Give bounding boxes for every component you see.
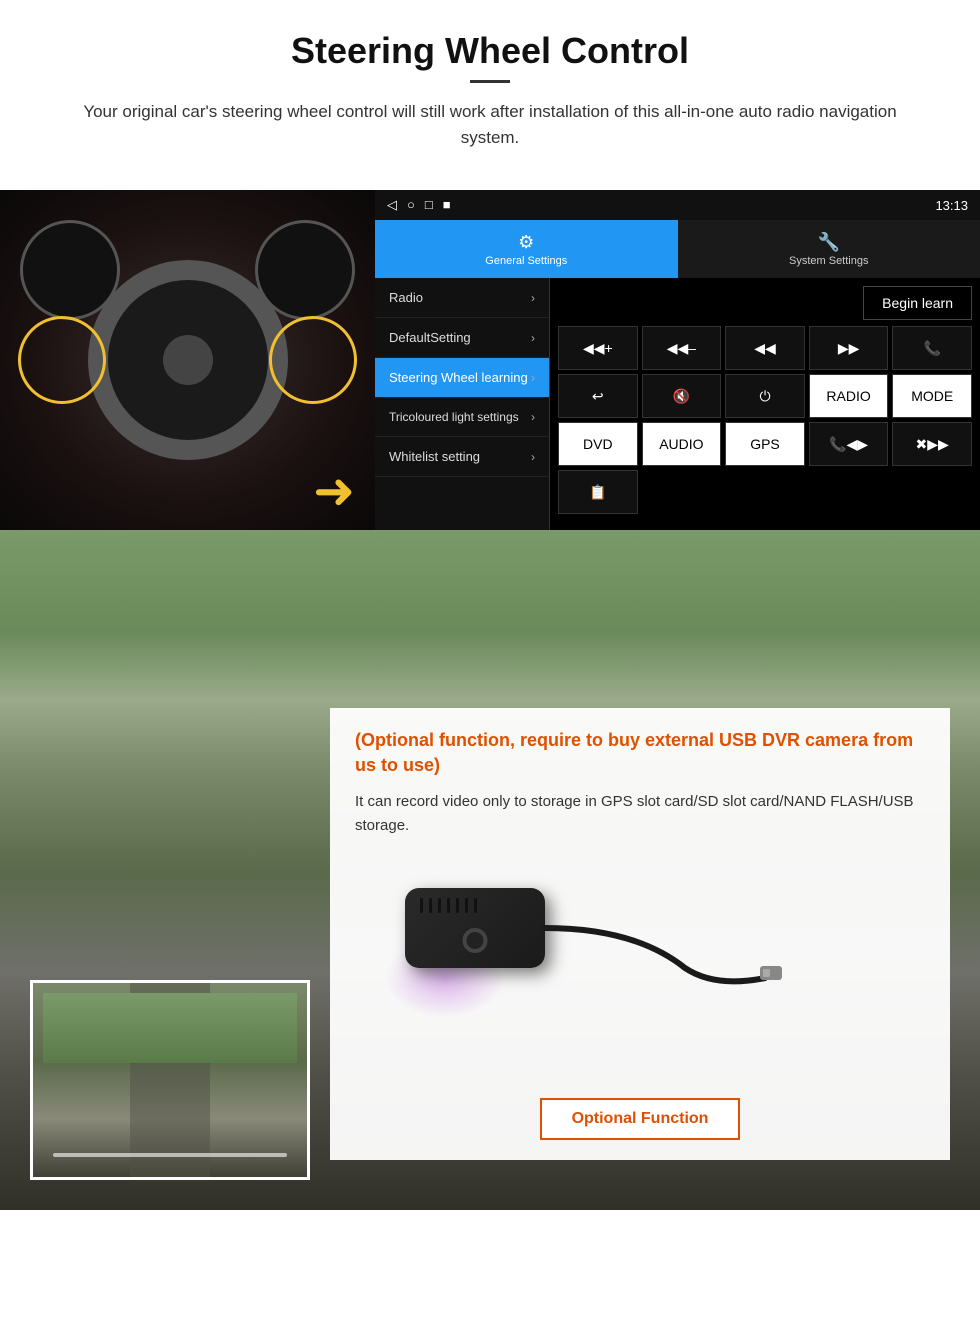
ctrl-next-combo[interactable]: ✖▶▶ (892, 422, 972, 466)
menu-item-steering[interactable]: Steering Wheel learning › (375, 358, 549, 398)
page-title: Steering Wheel Control (40, 30, 940, 72)
back-icon[interactable]: ◁ (387, 197, 397, 213)
title-divider (470, 80, 510, 83)
highlight-ring-right (269, 316, 357, 404)
highlight-ring-left (18, 316, 106, 404)
gear-icon: ⚙ (518, 232, 534, 253)
ctrl-phone[interactable]: 📞 (892, 326, 972, 370)
tab-system-settings[interactable]: 🔧 System Settings (678, 220, 980, 278)
camera-lens (463, 928, 488, 953)
menu-item-tricoloured[interactable]: Tricoloured light settings › (375, 398, 549, 437)
ctrl-next-track[interactable]: ▶▶ (809, 326, 889, 370)
optional-btn-container: Optional Function (355, 1088, 925, 1140)
ctrl-radio[interactable]: RADIO (809, 374, 889, 418)
dvr-background: Support DVR (Optional function, require … (0, 530, 980, 1210)
menu-item-default[interactable]: DefaultSetting › (375, 318, 549, 358)
begin-learn-button[interactable]: Begin learn (863, 286, 972, 320)
ctrl-prev-track[interactable]: ◀◀ (725, 326, 805, 370)
recent-icon[interactable]: □ (425, 197, 433, 213)
menu-item-radio[interactable]: Radio › (375, 278, 549, 318)
control-row-4: 📋 (558, 470, 972, 514)
menu-radio-label: Radio (389, 290, 423, 305)
ctrl-phone-prev[interactable]: 📞◀▶ (809, 422, 889, 466)
optional-function-button[interactable]: Optional Function (540, 1098, 741, 1140)
tab-system-label: System Settings (789, 255, 868, 267)
menu-tricoloured-label: Tricoloured light settings (389, 410, 519, 424)
steering-photo: ➜ (0, 190, 375, 530)
system-icon: 🔧 (818, 232, 840, 253)
sw-background: ➜ (0, 190, 375, 530)
steering-demo: ➜ ◁ ○ □ ■ 13:13 ⚙ General Settings 🔧 Sys… (0, 190, 980, 530)
chevron-icon: › (531, 291, 535, 305)
home-icon[interactable]: ○ (407, 197, 415, 213)
control-row-1: ◀◀+ ◀◀– ◀◀ ▶▶ 📞 (558, 326, 972, 370)
thumbnail-road-marking (53, 1153, 287, 1157)
steering-section: Steering Wheel Control Your original car… (0, 0, 980, 190)
wheel-hub (163, 335, 213, 385)
ctrl-mode[interactable]: MODE (892, 374, 972, 418)
dvr-optional-text: (Optional function, require to buy exter… (355, 728, 925, 778)
statusbar-time: 13:13 (935, 198, 968, 213)
ctrl-gps[interactable]: GPS (725, 422, 805, 466)
dvr-cable-svg (485, 878, 785, 1008)
chevron-icon: › (531, 331, 535, 345)
thumbnail-sky (43, 993, 297, 1063)
dvr-thumbnail (30, 980, 310, 1180)
ctrl-vol-down[interactable]: ◀◀– (642, 326, 722, 370)
menu-item-whitelist[interactable]: Whitelist setting › (375, 437, 549, 477)
menu-steering-label: Steering Wheel learning (389, 370, 528, 385)
dvr-section: Support DVR (Optional function, require … (0, 530, 980, 1210)
android-tabs: ⚙ General Settings 🔧 System Settings (375, 220, 980, 278)
dvr-content-area: (Optional function, require to buy exter… (0, 710, 980, 1210)
android-menu: Radio › DefaultSetting › Steering Wheel … (375, 278, 550, 530)
ctrl-audio[interactable]: AUDIO (642, 422, 722, 466)
tab-general-label: General Settings (485, 255, 567, 267)
dvr-device-image (355, 858, 925, 1078)
begin-learn-row: Begin learn (558, 286, 972, 320)
dvr-info-card: (Optional function, require to buy exter… (330, 708, 950, 1160)
control-row-3: DVD AUDIO GPS 📞◀▶ ✖▶▶ (558, 422, 972, 466)
ctrl-mute[interactable]: 🔇 (642, 374, 722, 418)
ctrl-extra[interactable]: 📋 (558, 470, 638, 514)
android-ui-panel: ◁ ○ □ ■ 13:13 ⚙ General Settings 🔧 Syste… (375, 190, 980, 530)
android-controls-panel: Begin learn ◀◀+ ◀◀– ◀◀ ▶▶ 📞 ↩ 🔇 ⏻ RADIO … (550, 278, 980, 530)
tab-general-settings[interactable]: ⚙ General Settings (375, 220, 678, 278)
ctrl-vol-up[interactable]: ◀◀+ (558, 326, 638, 370)
menu-default-label: DefaultSetting (389, 330, 471, 345)
steering-wheel (88, 260, 288, 460)
control-row-2: ↩ 🔇 ⏻ RADIO MODE (558, 374, 972, 418)
arrow-icon: ➜ (313, 462, 355, 520)
android-statusbar: ◁ ○ □ ■ 13:13 (375, 190, 980, 220)
menu-icon[interactable]: ■ (443, 197, 451, 213)
android-content: Radio › DefaultSetting › Steering Wheel … (375, 278, 980, 530)
chevron-icon: › (531, 371, 535, 385)
ctrl-back-call[interactable]: ↩ (558, 374, 638, 418)
statusbar-nav-icons: ◁ ○ □ ■ (387, 197, 451, 213)
menu-whitelist-label: Whitelist setting (389, 449, 480, 464)
section-subtitle: Your original car's steering wheel contr… (60, 99, 920, 150)
chevron-icon: › (531, 450, 535, 464)
camera-vents (420, 898, 477, 913)
ctrl-power[interactable]: ⏻ (725, 374, 805, 418)
ctrl-dvd[interactable]: DVD (558, 422, 638, 466)
chevron-icon: › (531, 410, 535, 424)
dvr-description: It can record video only to storage in G… (355, 790, 925, 838)
